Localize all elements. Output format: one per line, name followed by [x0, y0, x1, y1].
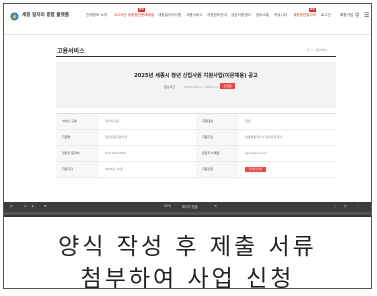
hot-badge: NEW — [309, 8, 316, 12]
page-title: 고용서비스 — [57, 48, 85, 55]
cell-label: 지원기간 — [56, 162, 99, 177]
pdf-zoom-level[interactable]: 50% — [164, 204, 171, 208]
hot-badge: NEW — [138, 8, 145, 12]
nav-item-talent[interactable]: 인재정보 소개 — [86, 13, 107, 18]
caption-line-1: 양식 작성 후 제출 서류 — [58, 234, 317, 260]
print-icon[interactable]: ⎙ — [344, 204, 347, 208]
title-divider — [56, 56, 336, 57]
nav-item-sejong-youth[interactable]: 세종청년일자리 — [293, 13, 316, 18]
cell-value: 044-300-0000 — [105, 151, 127, 155]
site-header: 세종 일자리 종합 플랫폼 인재정보 소개 2025년 세종청년문제해결 NEW… — [4, 4, 371, 35]
cell-value[interactable]: sjjob@korea.kr — [239, 146, 334, 161]
pdf-zoom-icon[interactable]: ⊕ — [44, 204, 47, 208]
cell-value: 청년 — [245, 119, 251, 123]
rotate-icon[interactable]: ⟲ — [214, 204, 217, 208]
caption-line-2: 첨부하여 사업 신청 — [80, 266, 295, 289]
notice-header: 2025년 세종시 청년 신입사원 지원사업(이은채용) 공고 접수기간 202… — [56, 62, 336, 108]
nav-item-login[interactable]: 로그인 — [321, 13, 331, 18]
cell-value: 2025년 12월 — [105, 167, 123, 171]
table-row: 서비스 구분 일자리지원 지원대상 청년 — [56, 114, 336, 130]
nav-item-youth-2025[interactable]: 2025년 세종청년문제해결 — [114, 13, 154, 18]
table-row: 지원명 청년취업지원사업 지원기관 세종특별자치시 일자리정책과 — [56, 130, 336, 146]
notice-period-dates: 2025.06.01 ~ 2025.12.31 — [184, 85, 223, 89]
pdf-menu-icon[interactable]: ≡ — [10, 204, 13, 208]
caption-box: 양식 작성 후 제출 서류 첨부하여 사업 신청 — [4, 215, 371, 289]
pdf-prev-icon[interactable]: ◂ — [24, 204, 26, 208]
pdf-fit-page[interactable]: 페이지 맞춤 — [182, 204, 198, 209]
pdf-toolbar: ≡ ◂ ▸ ⊕ 50% 페이지 맞춤 ⟲ ⤓ ⎙ ⋮ — [4, 202, 371, 212]
breadcrumb: 홈 > 고용서비스 — [307, 48, 328, 52]
nav-item-counsel-center[interactable]: 상담지원센터 — [231, 13, 251, 18]
cell-value: 청년취업지원사업 — [105, 135, 128, 139]
menu-icon[interactable]: ☰ — [364, 12, 369, 19]
nav-item-job-support[interactable]: 세종일자리지원 — [158, 13, 181, 18]
nav-item-signup[interactable]: 회원가입 — [340, 13, 353, 18]
table-row: 지원기간 2025년 12월 지원신청 온라인신청 — [56, 162, 336, 178]
info-table: 서비스 구분 일자리지원 지원대상 청년 지원명 청년취업지원사업 지원기관 세… — [56, 113, 336, 193]
cell-label: 담당자 문의처 — [56, 146, 99, 161]
screenshot-frame: 세종 일자리 종합 플랫폼 인재정보 소개 2025년 세종청년문제해결 NEW… — [3, 3, 372, 289]
notice-period-label: 접수기간 — [164, 85, 176, 89]
nav-item-support-info[interactable]: 지원정보안내 — [207, 13, 227, 18]
more-icon[interactable]: ⋮ — [356, 204, 359, 208]
apply-online-button[interactable]: 온라인신청 — [245, 166, 266, 172]
cell-label: 지원기관 — [196, 130, 239, 145]
download-icon[interactable]: ⤓ — [334, 204, 335, 208]
logo-text[interactable]: 세종 일자리 종합 플랫폼 — [22, 12, 69, 18]
status-badge: 진행중 — [220, 83, 235, 89]
apply-cell: 온라인신청 — [239, 162, 334, 177]
nav-item-employment-service[interactable]: 고용서비스 — [186, 13, 203, 18]
cell-label: 지원신청 — [196, 162, 239, 177]
nav-item-community[interactable]: 커뮤니티 — [274, 13, 287, 18]
cell-label: 지원대상 — [196, 114, 239, 129]
search-icon[interactable]: ⚲ — [355, 12, 359, 19]
cell-value: 세종특별자치시 일자리정책과 — [245, 135, 282, 139]
cell-label: 담당자 이메일 — [196, 146, 239, 161]
notice-title: 2025년 세종시 청년 신입사원 지원사업(이은채용) 공고 — [134, 73, 258, 79]
nav-item-communication[interactable]: 참여소통 — [256, 13, 269, 18]
pdf-next-icon[interactable]: ▸ — [32, 204, 34, 208]
cell-value: 일자리지원 — [105, 119, 119, 123]
cell-label: 서비스 구분 — [56, 114, 99, 129]
main-nav: 인재정보 소개 2025년 세종청년문제해결 NEW 세종일자리지원 고용서비스… — [86, 8, 336, 21]
cell-label: 지원명 — [56, 130, 99, 145]
table-row: 담당자 문의처 044-300-0000 담당자 이메일 sjjob@korea… — [56, 146, 336, 162]
logo-icon[interactable] — [10, 12, 19, 21]
